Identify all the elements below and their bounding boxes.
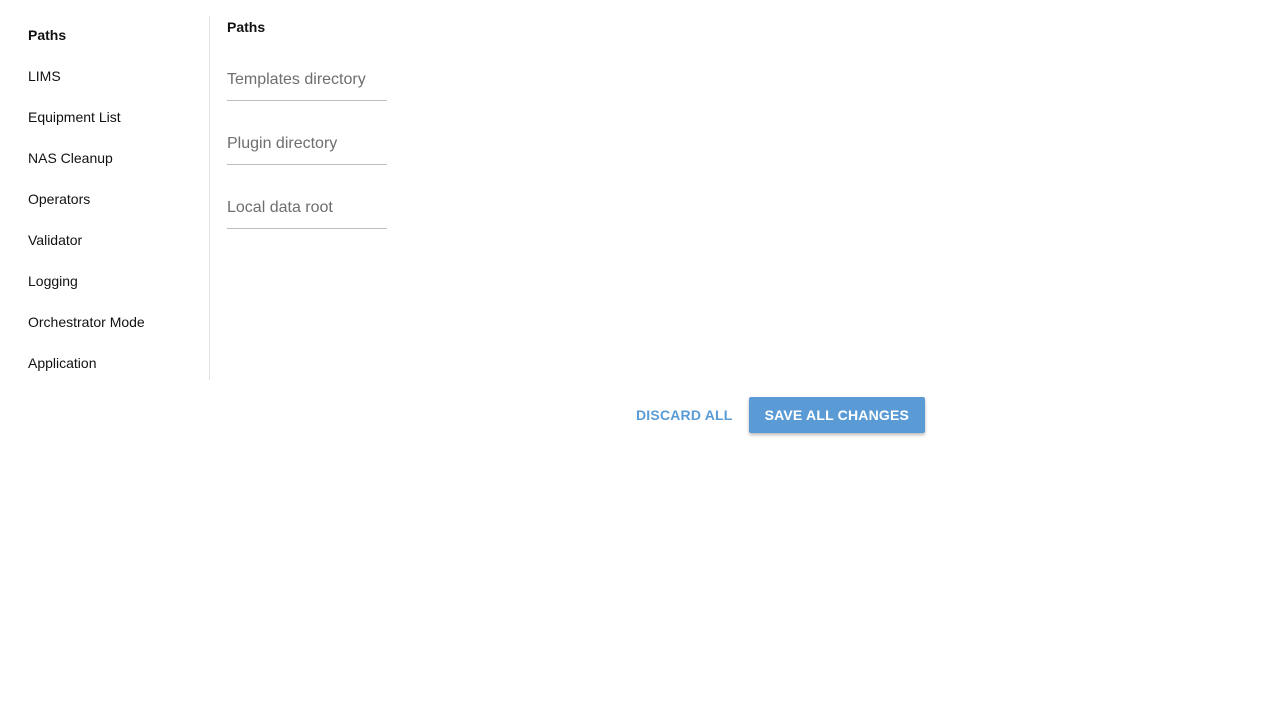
plugin-directory-field: [227, 125, 387, 165]
sidebar-item-application[interactable]: Application: [28, 354, 97, 372]
section-title: Paths: [227, 19, 266, 35]
settings-page: Paths LIMS Equipment List NAS Cleanup Op…: [0, 0, 1280, 720]
sidebar-item-paths[interactable]: Paths: [28, 26, 66, 44]
sidebar-item-logging[interactable]: Logging: [28, 272, 78, 290]
discard-all-button[interactable]: DISCARD ALL: [624, 397, 745, 433]
settings-sidebar: Paths LIMS Equipment List NAS Cleanup Op…: [0, 16, 210, 380]
local-data-root-field: [227, 189, 387, 229]
templates-directory-field: [227, 61, 387, 101]
plugin-directory-input[interactable]: [227, 133, 387, 155]
sidebar-item-validator[interactable]: Validator: [28, 231, 82, 249]
sidebar-item-operators[interactable]: Operators: [28, 190, 90, 208]
sidebar-item-equipment-list[interactable]: Equipment List: [28, 108, 121, 126]
form-actions: DISCARD ALL SAVE ALL CHANGES: [624, 397, 926, 433]
save-all-changes-button[interactable]: SAVE ALL CHANGES: [748, 397, 926, 433]
local-data-root-input[interactable]: [227, 197, 387, 219]
sidebar-item-nas-cleanup[interactable]: NAS Cleanup: [28, 149, 113, 167]
sidebar-item-lims[interactable]: LIMS: [28, 67, 61, 85]
sidebar-item-orchestrator-mode[interactable]: Orchestrator Mode: [28, 313, 145, 331]
templates-directory-input[interactable]: [227, 69, 387, 91]
